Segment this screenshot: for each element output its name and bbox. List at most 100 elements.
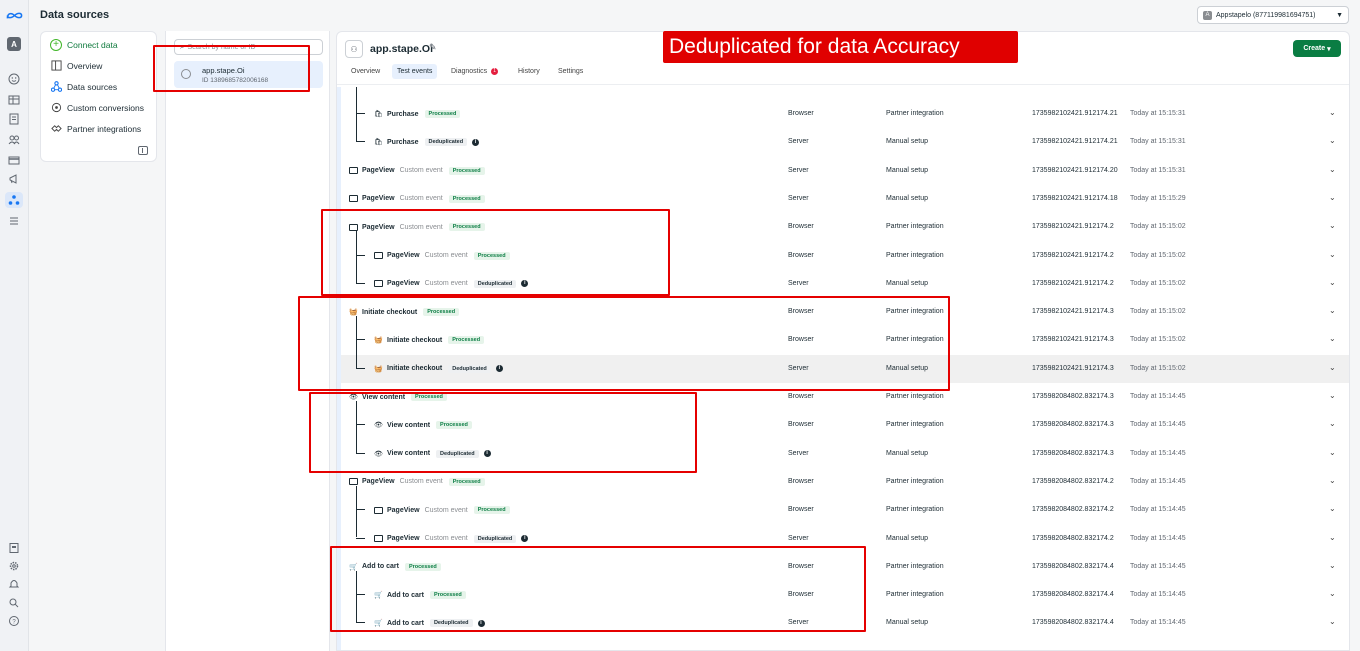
billing-icon[interactable] <box>7 153 21 167</box>
meta-logo-icon[interactable] <box>6 8 23 22</box>
setup-method: Manual setup <box>886 449 929 457</box>
page-icon <box>349 478 358 486</box>
tree-connector <box>356 537 365 539</box>
event-id: 1735982102421.912174.20 <box>1032 166 1118 174</box>
create-button[interactable]: Create ▾ <box>1293 40 1341 57</box>
help-icon[interactable]: ? <box>7 614 21 628</box>
event-row[interactable]: 🛍 Purchase Deduplicated i Server Manual setup… <box>341 128 1349 156</box>
event-time: Today at 15:14:45 <box>1130 534 1186 542</box>
chevron-down-icon[interactable]: ⌄ <box>1329 221 1336 230</box>
event-time: Today at 15:15:02 <box>1130 308 1186 316</box>
event-source: Browser <box>788 477 814 485</box>
data-sources-icon[interactable] <box>5 192 23 208</box>
event-id: 1735982102421.912174.2 <box>1032 251 1114 259</box>
info-icon[interactable]: i <box>521 535 529 542</box>
event-source: Server <box>788 138 809 146</box>
tab-test-events[interactable]: Test events <box>392 64 438 79</box>
event-row[interactable]: PageView Custom event Processed Server Manua… <box>341 157 1349 185</box>
search-icon[interactable] <box>7 596 21 610</box>
chevron-down-icon[interactable]: ⌄ <box>1329 589 1336 598</box>
chevron-down-icon[interactable]: ⌄ <box>1329 136 1336 145</box>
account-avatar: A <box>1203 10 1212 20</box>
chevron-down-icon[interactable]: ⌄ <box>1329 334 1336 343</box>
bag-icon: 🛍 <box>374 111 383 118</box>
chevron-down-icon[interactable]: ⌄ <box>1329 391 1336 400</box>
event-source: Browser <box>788 393 814 400</box>
chevron-down-icon[interactable]: ⌄ <box>1329 617 1336 626</box>
megaphone-icon[interactable] <box>7 172 21 186</box>
setup-method: Manual setup <box>886 534 929 542</box>
setup-method: Partner integration <box>886 562 944 570</box>
table-icon[interactable] <box>7 93 21 107</box>
data-sources-icon <box>50 81 62 93</box>
status-badge: Processed <box>448 477 485 486</box>
nav-data-sources[interactable]: Data sources <box>46 77 153 96</box>
nav-custom-conversions[interactable]: Custom conversions <box>46 98 153 117</box>
event-time: Today at 15:14:45 <box>1130 477 1186 485</box>
event-source: Browser <box>788 421 814 429</box>
setup-method: Partner integration <box>886 223 944 231</box>
chevron-down-icon[interactable]: ⌄ <box>1329 165 1336 174</box>
chevron-down-icon[interactable]: ⌄ <box>1329 448 1336 457</box>
nav-connect-data[interactable]: + Connect data <box>46 35 153 54</box>
home-icon[interactable] <box>7 72 21 86</box>
bell-icon[interactable] <box>7 577 21 591</box>
chevron-down-icon[interactable]: ⌄ <box>1329 278 1336 287</box>
setup-method: Manual setup <box>886 166 929 174</box>
chevron-down-icon[interactable]: ⌄ <box>1329 533 1336 542</box>
event-time: Today at 15:14:45 <box>1130 393 1186 400</box>
event-time: Today at 15:15:02 <box>1130 336 1186 344</box>
account-name: Appstapelo (877119981694751) <box>1216 11 1316 19</box>
tab-settings[interactable]: Settings <box>553 64 588 79</box>
event-row[interactable]: 🛍 Purchase Processed Browser Partner integra… <box>341 100 1349 128</box>
account-selector[interactable]: A Appstapelo (877119981694751) ▼ <box>1197 6 1349 24</box>
custom-event-label: Custom event <box>399 167 443 175</box>
chevron-down-icon[interactable]: ⌄ <box>1329 108 1336 117</box>
annotation-box <box>321 209 670 296</box>
chevron-down-icon[interactable]: ⌄ <box>1329 476 1336 485</box>
chevron-down-icon[interactable]: ⌄ <box>1329 504 1336 513</box>
chevron-down-icon[interactable]: ⌄ <box>1329 306 1336 315</box>
menu-icon[interactable] <box>7 214 21 228</box>
report-icon[interactable] <box>7 541 21 555</box>
avatar[interactable]: A <box>7 37 21 51</box>
diagnostics-count-badge: 1 <box>491 68 498 75</box>
setup-method: Manual setup <box>886 138 929 146</box>
event-time: Today at 15:14:45 <box>1130 562 1186 570</box>
event-source: Browser <box>788 110 814 117</box>
setup-method: Manual setup <box>886 279 929 287</box>
overview-icon <box>50 60 62 72</box>
edit-pencil-icon[interactable]: ✎ <box>429 42 437 53</box>
collapse-sidebar-icon[interactable] <box>138 146 148 155</box>
event-name: PageView <box>387 506 420 514</box>
event-row[interactable]: PageView Custom event Processed Browser Part… <box>341 496 1349 524</box>
left-rail: A ? <box>0 0 29 651</box>
event-time: Today at 15:15:29 <box>1130 194 1186 202</box>
info-icon[interactable]: i <box>472 138 480 146</box>
event-id: 1735982102421.912174.2 <box>1032 279 1114 287</box>
tab-overview[interactable]: Overview <box>346 64 385 79</box>
event-id: 1735982084802.832174.4 <box>1032 619 1114 627</box>
chevron-down-icon[interactable]: ⌄ <box>1329 250 1336 259</box>
chevron-down-icon[interactable]: ⌄ <box>1329 561 1336 570</box>
tab-diagnostics[interactable]: Diagnostics 1 <box>446 64 503 79</box>
nav-overview[interactable]: Overview <box>46 56 153 75</box>
pages-icon[interactable] <box>7 112 21 126</box>
nav-partner-integrations[interactable]: Partner integrations <box>46 119 153 138</box>
page-icon <box>349 195 358 203</box>
tab-divider <box>337 84 1349 85</box>
custom-event-label: Custom event <box>424 506 468 514</box>
audience-icon[interactable] <box>7 133 21 147</box>
page-title: Data sources <box>40 9 110 21</box>
event-time: Today at 15:15:31 <box>1130 166 1186 174</box>
chevron-down-icon[interactable]: ⌄ <box>1329 193 1336 202</box>
status-badge: Deduplicated <box>424 138 468 147</box>
svg-text:?: ? <box>12 620 16 626</box>
tab-history[interactable]: History <box>513 64 545 79</box>
event-time: Today at 15:15:31 <box>1130 138 1186 146</box>
chevron-down-icon[interactable]: ⌄ <box>1329 363 1336 372</box>
caret-down-icon: ▼ <box>1336 11 1343 19</box>
settings-icon[interactable] <box>7 559 21 573</box>
chevron-down-icon[interactable]: ⌄ <box>1329 419 1336 428</box>
event-id: 1735982084802.832174.4 <box>1032 591 1114 599</box>
